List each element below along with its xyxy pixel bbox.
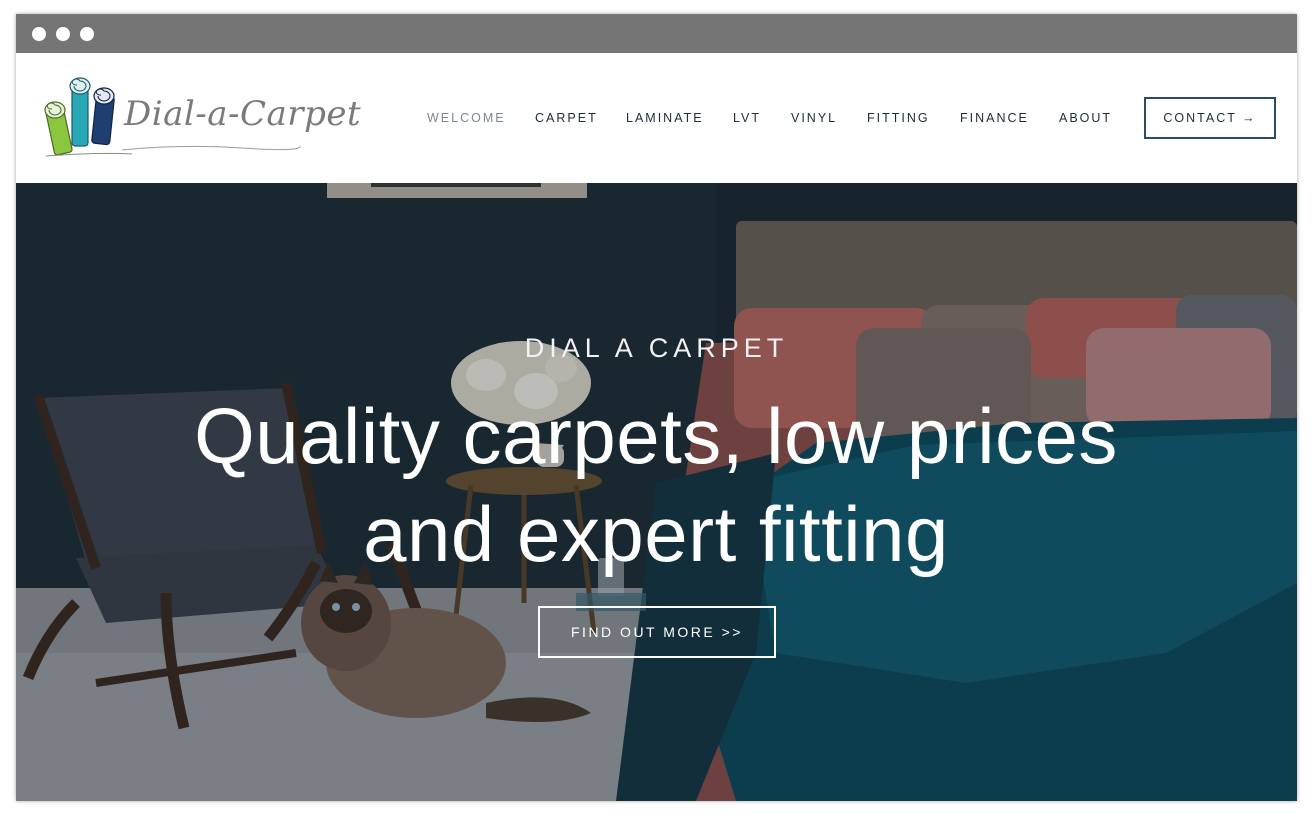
window-maximize-dot[interactable] bbox=[80, 27, 94, 41]
nav-laminate[interactable]: LAMINATE bbox=[626, 111, 704, 125]
nav-fitting[interactable]: FITTING bbox=[867, 111, 930, 125]
window-close-dot[interactable] bbox=[32, 27, 46, 41]
nav-vinyl[interactable]: VINYL bbox=[791, 111, 837, 125]
nav-welcome[interactable]: WELCOME bbox=[427, 111, 506, 125]
window-minimize-dot[interactable] bbox=[56, 27, 70, 41]
hero-kicker: DIAL A CARPET bbox=[524, 333, 789, 363]
hero-banner: DIAL A CARPET Quality carpets, low price… bbox=[16, 183, 1297, 801]
hero-title: Quality carpets, low prices and expert f… bbox=[194, 392, 1118, 578]
find-out-more-button[interactable]: FIND OUT MORE >> bbox=[538, 606, 776, 658]
main-navigation: WELCOME CARPET LAMINATE LVT VINYL FITTIN… bbox=[16, 53, 1297, 183]
nav-finance[interactable]: FINANCE bbox=[960, 111, 1029, 125]
nav-about[interactable]: ABOUT bbox=[1059, 111, 1112, 125]
site-header: Dial-a-Carpet WELCOME CARPET LAMINATE LV… bbox=[16, 53, 1297, 183]
contact-button[interactable]: CONTACT → bbox=[1144, 97, 1276, 139]
browser-title-bar bbox=[16, 14, 1297, 53]
browser-window: Dial-a-Carpet WELCOME CARPET LAMINATE LV… bbox=[16, 14, 1297, 801]
nav-carpet[interactable]: CARPET bbox=[535, 111, 598, 125]
nav-lvt[interactable]: LVT bbox=[733, 111, 761, 125]
